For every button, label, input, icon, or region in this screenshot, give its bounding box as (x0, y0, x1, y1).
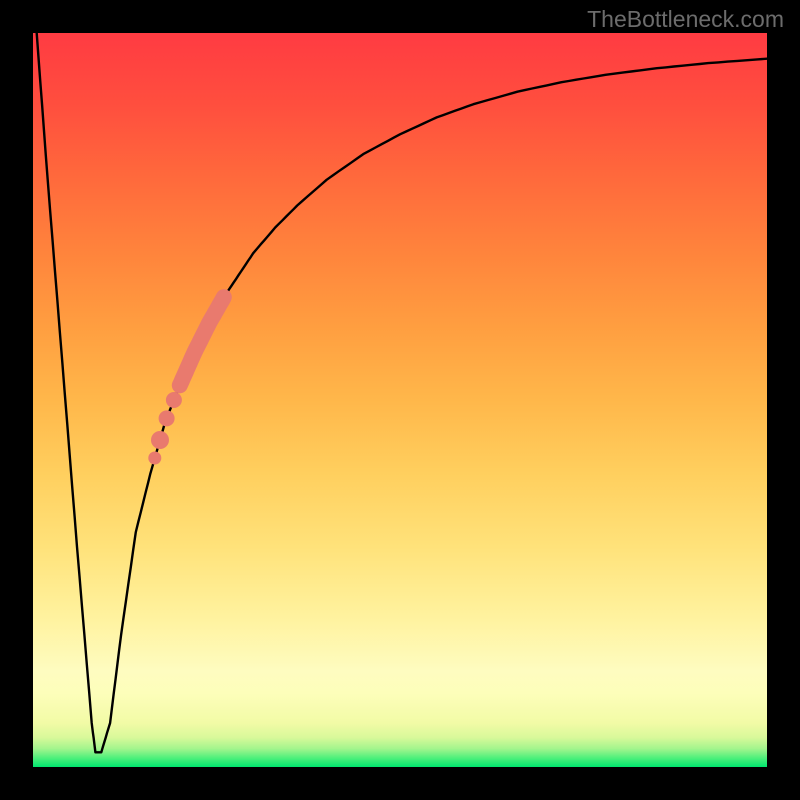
plot-area (33, 33, 767, 767)
watermark-text: TheBottleneck.com (587, 6, 784, 33)
bottleneck-curve (37, 33, 767, 752)
chart-svg (33, 33, 767, 767)
highlight-segment (148, 297, 224, 464)
chart-frame: TheBottleneck.com (0, 0, 800, 800)
